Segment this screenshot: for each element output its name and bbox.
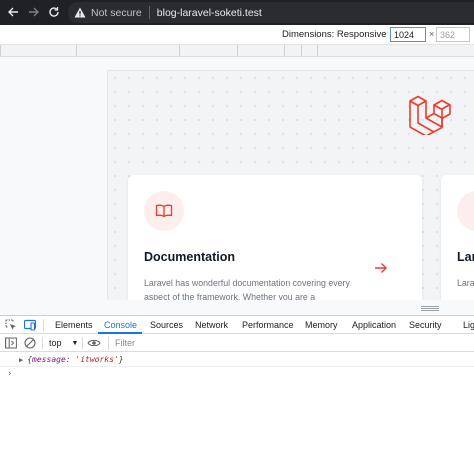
book-icon: [155, 204, 173, 218]
context-label: top: [49, 338, 62, 348]
reload-button[interactable]: [46, 4, 62, 20]
caret-down-icon: ▼: [71, 339, 79, 347]
laravel-logo-icon: [409, 95, 451, 135]
console-toolbar: top ▼ Filter: [0, 334, 474, 352]
resize-handle[interactable]: [421, 306, 439, 311]
arrow-right-icon: [29, 7, 39, 17]
clear-console-icon[interactable]: [24, 337, 36, 349]
page-viewport: Documentation Laravel has wonderful docu…: [107, 70, 474, 300]
expand-triangle-icon[interactable]: ▶: [19, 356, 23, 364]
next-card[interactable]: Lar Lara Lara: [441, 175, 474, 300]
tab-security[interactable]: Security: [409, 320, 442, 330]
dimensions-dropdown[interactable]: Dimensions: Responsive ▼: [282, 29, 396, 40]
arrow-right-icon[interactable]: [374, 262, 388, 274]
card-title: Lar: [457, 250, 474, 264]
height-input[interactable]: 362: [436, 27, 470, 42]
dimensions-label: Dimensions: Responsive: [282, 29, 387, 40]
back-button[interactable]: [5, 4, 21, 20]
toolbar-divider: [42, 337, 43, 349]
inspect-element-icon[interactable]: [5, 319, 17, 331]
warning-icon[interactable]: [74, 7, 86, 18]
object-key: message: [32, 355, 66, 364]
tab-performance[interactable]: Performance: [242, 320, 294, 330]
forward-button[interactable]: [26, 4, 42, 20]
tab-sources[interactable]: Sources: [150, 320, 183, 330]
device-toolbar: Dimensions: Responsive ▼ 1024 × 362: [0, 25, 474, 45]
browser-toolbar: Not secure blog-laravel-soketi.test: [0, 0, 474, 25]
card-title: Documentation: [144, 250, 235, 264]
arrow-left-icon: [8, 7, 18, 17]
devtools-tabs: Elements Console Sources Network Perform…: [0, 316, 474, 334]
card-description: Laravel has wonderful documentation cove…: [144, 278, 350, 300]
tab-elements[interactable]: Elements: [55, 320, 93, 330]
icon-badge: [144, 191, 184, 231]
colon: :: [65, 355, 76, 364]
toolbar-divider: [82, 337, 83, 349]
documentation-card[interactable]: Documentation Laravel has wonderful docu…: [128, 175, 422, 300]
device-toggle-icon[interactable]: [24, 319, 36, 331]
sidebar-toggle-icon[interactable]: [5, 337, 17, 349]
context-selector[interactable]: top ▼: [49, 338, 78, 348]
filter-input[interactable]: Filter: [108, 336, 474, 350]
url-divider: [148, 6, 150, 19]
tab-console[interactable]: Console: [104, 320, 137, 330]
icon-badge: [457, 191, 474, 231]
console-log-entry[interactable]: ▶ {message: 'itworks'}: [0, 353, 474, 367]
eye-icon[interactable]: [87, 337, 101, 349]
object-value: 'itworks': [75, 355, 119, 364]
tab-lighthouse[interactable]: Lig: [463, 320, 474, 330]
logged-object: {message: 'itworks'}: [27, 355, 123, 364]
tab-memory[interactable]: Memory: [305, 320, 338, 330]
tab-application[interactable]: Application: [352, 320, 396, 330]
width-input[interactable]: 1024: [390, 27, 426, 42]
address-bar[interactable]: Not secure blog-laravel-soketi.test: [68, 2, 474, 23]
security-label[interactable]: Not secure: [91, 7, 142, 19]
times-symbol: ×: [429, 29, 435, 39]
tab-network[interactable]: Network: [195, 320, 228, 330]
url-text[interactable]: blog-laravel-soketi.test: [157, 7, 262, 19]
reload-icon: [49, 7, 59, 17]
card-description: Lara Lara: [457, 278, 474, 288]
brace-close: }: [118, 355, 124, 364]
console-prompt[interactable]: ›: [7, 369, 12, 379]
media-query-ruler[interactable]: [0, 45, 474, 57]
tab-divider: [43, 319, 44, 331]
